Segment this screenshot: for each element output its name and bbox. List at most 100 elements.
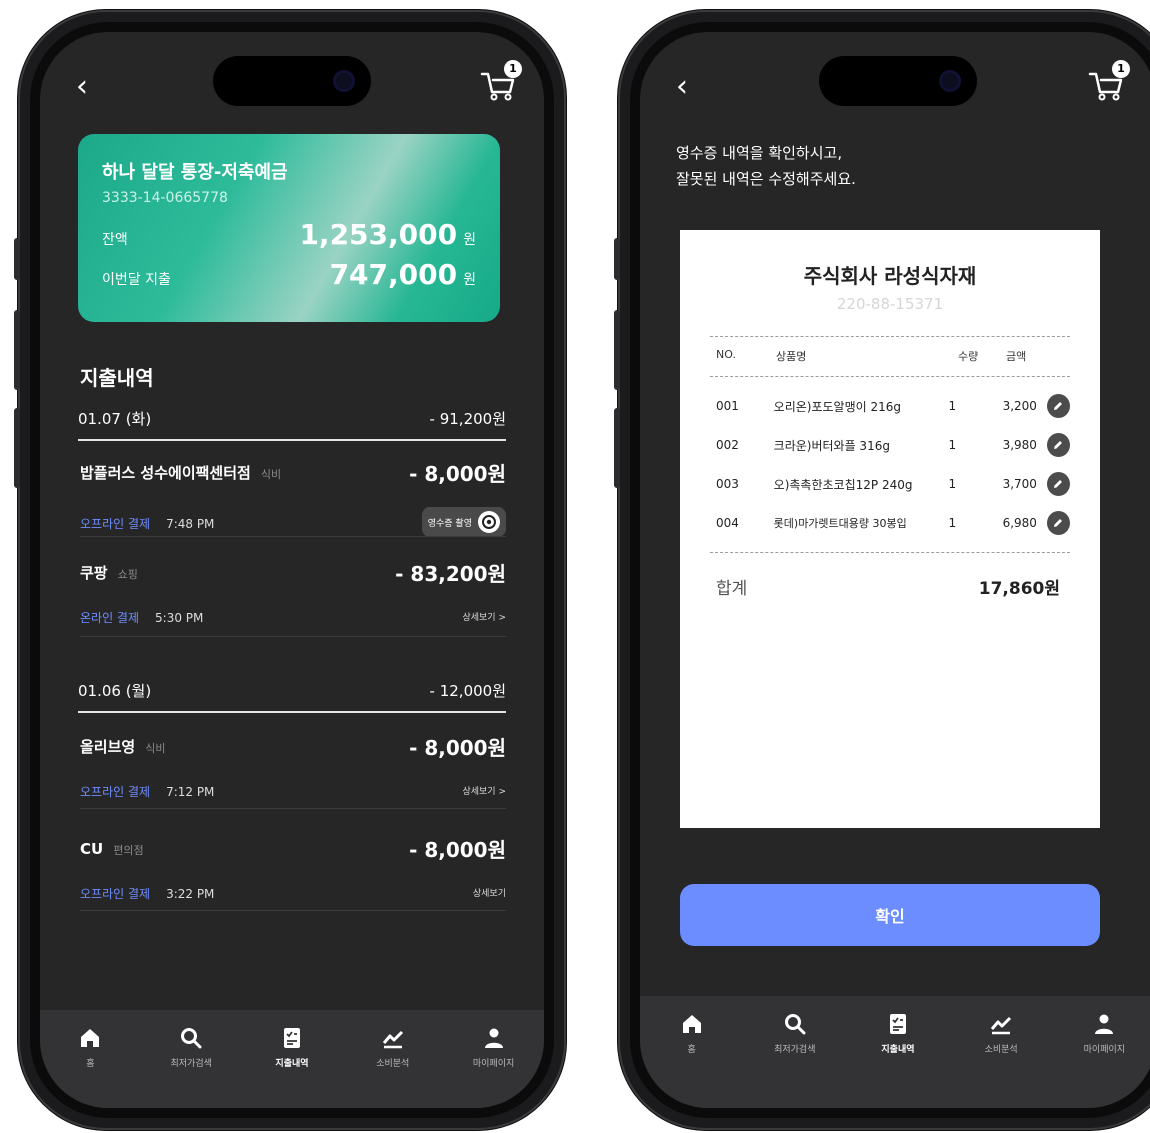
transaction-item[interactable]: CU 편의점 - 8,000원 오프라인 결제 3:22 PM 상세보기 [80,834,506,911]
person-icon [1095,1014,1114,1034]
company-name: 주식회사 라성식자재 [803,264,977,288]
tab-home[interactable]: 홈 [657,1012,727,1108]
transaction-time: 7:48 PM [166,516,215,531]
receipt-row: 001 오리온)포도알맹이 216g 1 3,200 [716,394,1070,418]
phone-volume-down [614,408,620,488]
account-card[interactable]: 하나 달달 통장-저축예금 3333-14-0665778 잔액 1,253,0… [78,134,500,322]
tab-label: 지출내역 [275,1059,309,1069]
pencil-icon [1054,402,1063,410]
transaction-amount: - 83,200원 [395,562,506,586]
phone-volume-up [614,310,620,390]
receipt-total: 합계 17,860원 [716,574,1060,599]
item-no: 002 [716,438,739,452]
pencil-icon [1054,480,1063,488]
tab-expenses[interactable]: 지출내역 [863,1012,933,1108]
detail-link[interactable]: 상세보기 > [462,610,506,623]
tab-label: 최저가검색 [774,1045,816,1055]
dynamic-island [819,56,977,106]
confirm-button[interactable]: 확인 [680,884,1100,946]
day-header: 01.06 (월) - 12,000원 [78,680,506,713]
bottom-tab-bar: 홈 최저가검색 지출내역 소비분석 마이페이지 [640,996,1150,1108]
expense-icon [283,1028,300,1048]
section-title: 지출내역 [80,366,154,390]
phone-frame-receipt: ‹ 1 영수증 내역을 확인하시고, 잘못된 내역은 수정해주세요. 주식회사 … [614,10,1150,1130]
edit-button[interactable] [1046,511,1070,535]
monthly-spend-unit: 원 [463,272,476,288]
tab-label: 마이페이지 [472,1059,515,1069]
tab-analysis[interactable]: 소비분석 [358,1026,428,1108]
guide-line: 잘못된 내역은 수정해주세요. [676,170,856,188]
receipt-torn-edge [680,828,1100,840]
phone-volume-up [14,310,20,390]
divider [80,808,506,809]
tab-search[interactable]: 최저가검색 [156,1026,226,1108]
tab-mypage[interactable]: 마이페이지 [1069,1012,1139,1108]
header-name: 상품명 [776,350,807,363]
transaction-amount: - 8,000원 [409,462,506,486]
search-icon [181,1028,202,1049]
expense-screen: ‹ 1 하나 달달 통장-저축예금 3333-14-0665778 잔액 1,2… [40,32,544,1108]
header-amount: 금액 [1006,350,1027,363]
back-button[interactable]: ‹ [676,72,688,102]
merchant-name: 밥플러스 성수에이팩센터점 [80,464,251,482]
day-total: - 12,000원 [429,682,506,700]
back-button[interactable]: ‹ [76,72,88,102]
tab-label: 홈 [86,1059,95,1069]
camera-lens [333,70,355,92]
tab-expenses[interactable]: 지출내역 [257,1026,327,1108]
detail-link[interactable]: 상세보기 [473,886,506,899]
cart-button[interactable]: 1 [1086,60,1130,104]
merchant-name: 쿠팡 [80,564,108,582]
header-no: NO. [716,348,736,361]
cart-button[interactable]: 1 [478,60,522,104]
category-tag: 식비 [260,468,282,481]
item-amount: 3,700 [1002,477,1037,491]
item-name: 오리온)포도알맹이 216g [773,399,901,414]
transaction-amount: - 8,000원 [409,838,506,862]
item-name: 오)촉촉한초코칩12P 240g [773,477,913,492]
day-date: 01.07 (화) [78,410,152,428]
tab-search[interactable]: 최저가검색 [760,1012,830,1108]
receipt-capture-button[interactable]: 영수증 촬영 [421,507,506,537]
receipt-row: 004 롯데)마가렛트대용량 30봉입 1 6,980 [716,511,1070,535]
tab-label: 소비분석 [376,1059,410,1069]
item-amount: 3,200 [1002,399,1037,413]
transaction-item[interactable]: 올리브영 식비 - 8,000원 오프라인 결제 7:12 PM 상세보기 > [80,732,506,809]
cart-count-badge: 1 [1112,60,1130,78]
item-name: 크라운)버터와플 316g [773,438,890,453]
edit-button[interactable] [1046,433,1070,457]
divider [80,636,506,637]
divider [80,536,506,537]
transaction-amount: - 8,000원 [409,736,506,760]
camera-lens [939,70,961,92]
monthly-spend-amount: 747,000 [329,258,458,291]
tab-mypage[interactable]: 마이페이지 [459,1026,529,1108]
tab-label: 마이페이지 [1083,1045,1126,1055]
balance-unit: 원 [463,232,476,248]
receipt-screen: ‹ 1 영수증 내역을 확인하시고, 잘못된 내역은 수정해주세요. 주식회사 … [640,32,1150,1108]
pencil-icon [1054,441,1063,449]
merchant-name: 올리브영 [80,738,136,756]
tab-label: 소비분석 [984,1045,1018,1055]
monthly-spend-label: 이번달 지출 [102,272,171,288]
business-number: 220-88-15371 [836,295,944,313]
edit-button[interactable] [1046,394,1070,418]
total-value: 17,860원 [978,579,1060,599]
chart-icon [991,1016,1012,1035]
item-qty: 1 [948,477,957,491]
dashed-divider [710,376,1070,377]
home-icon [682,1015,701,1033]
tab-label: 지출내역 [881,1045,915,1055]
monthly-spend-row: 이번달 지출 747,000 원 [102,258,476,291]
tab-analysis[interactable]: 소비분석 [966,1012,1036,1108]
transaction-item[interactable]: 밥플러스 성수에이팩센터점 식비 - 8,000원 오프라인 결제 7:48 PM … [80,458,506,537]
transaction-time: 5:30 PM [155,611,204,625]
tab-home[interactable]: 홈 [55,1026,125,1108]
transaction-item[interactable]: 쿠팡 쇼핑 - 83,200원 온라인 결제 5:30 PM 상세보기 > [80,558,506,637]
edit-button[interactable] [1046,472,1070,496]
item-no: 004 [716,516,739,530]
detail-link[interactable]: 상세보기 > [462,784,506,797]
payment-type: 오프라인 결제 [80,785,151,799]
payment-type: 온라인 결제 [80,611,140,625]
day-header: 01.07 (화) - 91,200원 [78,408,506,441]
